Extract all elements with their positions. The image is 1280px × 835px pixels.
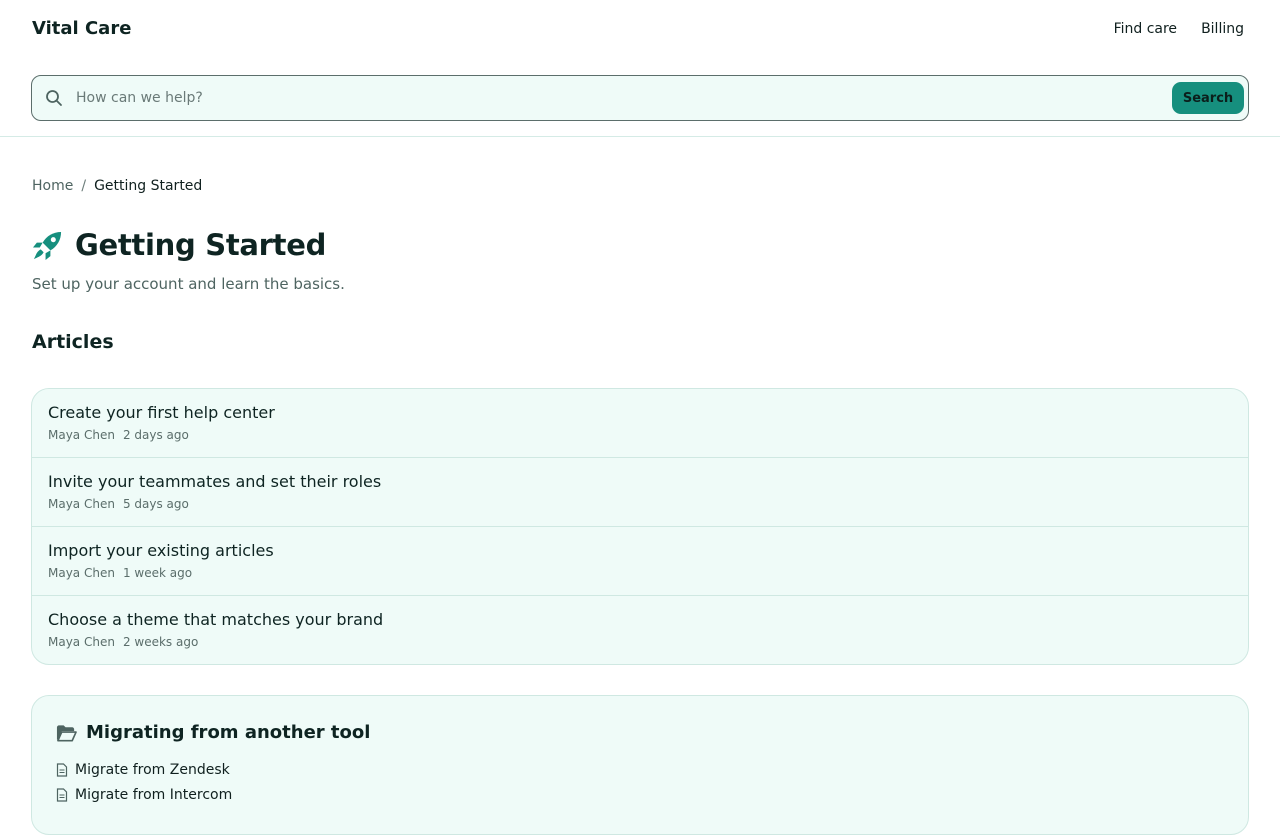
nav-link-find-care[interactable]: Find care (1114, 21, 1177, 37)
article-meta: Maya Chen 2 days ago (48, 428, 1232, 442)
site-header: Vital Care Find care Billing Search (0, 0, 1280, 137)
article-meta: Maya Chen 5 days ago (48, 497, 1232, 511)
article-title[interactable]: Create your first help center (48, 403, 1232, 422)
article-title[interactable]: Choose a theme that matches your brand (48, 610, 1232, 629)
collection-card: Migrating from another tool Migrate from… (31, 695, 1249, 835)
breadcrumb: Home / Getting Started (32, 178, 202, 194)
article-list: Create your first help center Maya Chen … (31, 388, 1249, 665)
brand-logo[interactable]: Vital Care (32, 18, 131, 39)
nav-link-billing[interactable]: Billing (1201, 21, 1244, 37)
article-item[interactable]: Import your existing articles Maya Chen … (32, 527, 1248, 596)
article-meta: Maya Chen 2 weeks ago (48, 635, 1232, 649)
article-author: Maya Chen (48, 428, 115, 442)
article-title[interactable]: Import your existing articles (48, 541, 1232, 560)
document-icon (56, 763, 68, 777)
article-author: Maya Chen (48, 566, 115, 580)
breadcrumb-separator: / (81, 178, 87, 194)
collection-link-label[interactable]: Migrate from Intercom (75, 787, 232, 803)
article-item[interactable]: Choose a theme that matches your brand M… (32, 596, 1248, 664)
collection-title[interactable]: Migrating from another tool (86, 722, 370, 743)
article-item[interactable]: Create your first help center Maya Chen … (32, 389, 1248, 458)
search-icon (46, 90, 62, 106)
article-meta: Maya Chen 1 week ago (48, 566, 1232, 580)
article-item[interactable]: Invite your teammates and set their role… (32, 458, 1248, 527)
search-input[interactable] (76, 84, 1156, 112)
collection-link-label[interactable]: Migrate from Zendesk (75, 762, 230, 778)
search-bar: Search (31, 75, 1249, 121)
rocket-icon (32, 231, 62, 260)
article-author: Maya Chen (48, 635, 115, 649)
article-time: 2 weeks ago (122, 635, 199, 649)
article-author: Maya Chen (48, 497, 115, 511)
breadcrumb-home-link[interactable]: Home (32, 178, 73, 194)
article-time: 2 days ago (122, 428, 189, 442)
collection-header: Migrating from another tool (56, 722, 370, 743)
articles-heading: Articles (32, 331, 114, 353)
collection-link[interactable]: Migrate from Zendesk (56, 762, 230, 778)
article-time: 1 week ago (122, 566, 193, 580)
article-time: 5 days ago (122, 497, 189, 511)
folder-open-icon (56, 724, 77, 741)
page-subtitle: Set up your account and learn the basics… (32, 275, 345, 293)
top-nav: Find care Billing (1114, 21, 1244, 37)
page-header: Getting Started (32, 228, 326, 262)
search-button[interactable]: Search (1172, 82, 1244, 114)
collection-link[interactable]: Migrate from Intercom (56, 787, 232, 803)
breadcrumb-current: Getting Started (94, 178, 203, 194)
page-title: Getting Started (75, 228, 327, 262)
article-title[interactable]: Invite your teammates and set their role… (48, 472, 1232, 491)
